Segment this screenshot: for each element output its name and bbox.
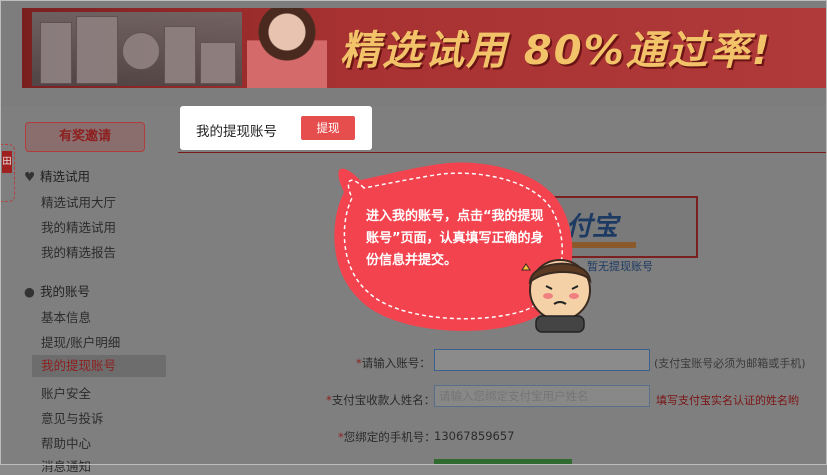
sidebar-item-my-reports[interactable]: 我的精选报告	[41, 242, 116, 261]
side-float-tab[interactable]: 田	[0, 144, 15, 202]
sidebar-item-messages[interactable]: 消息通知	[41, 456, 91, 475]
sidebar-item-security[interactable]: 账户安全	[41, 383, 91, 402]
nav-group-account-title: 我的账号	[40, 284, 91, 299]
sidebar-item-help[interactable]: 帮助中心	[41, 433, 91, 452]
model-image	[247, 8, 327, 88]
withdraw-button[interactable]: 提现	[301, 116, 355, 140]
appliances-image	[32, 12, 242, 86]
nav-group-trial-title: 精选试用	[40, 169, 91, 184]
name-label-text: 支付宝收款人姓名：	[331, 393, 436, 407]
name-hint: 填写支付宝实名认证的姓名哟	[656, 394, 799, 407]
withdraw-account-tab-card: 我的提现账号 提现	[180, 106, 372, 150]
side-tab-label: 田	[2, 151, 12, 173]
account-input[interactable]	[434, 349, 650, 371]
phone-label-text: 您绑定的手机号：	[343, 430, 436, 444]
name-label: *支付宝收款人姓名：	[326, 392, 435, 408]
alipay-logo-underline	[566, 242, 636, 248]
sidebar-item-trial-hall[interactable]: 精选试用大厅	[41, 192, 116, 211]
account-label-text: 请输入账号：	[361, 356, 431, 370]
page-title: 我的提现账号	[196, 124, 277, 140]
sidebar-item-basic-info[interactable]: 基本信息	[41, 307, 91, 326]
sidebar-item-feedback[interactable]: 意见与投诉	[41, 408, 104, 427]
payee-name-input[interactable]	[434, 385, 650, 407]
heart-icon: ♥	[24, 169, 36, 184]
sidebar-item-withdraw-account[interactable]: 我的提现账号	[32, 355, 166, 377]
account-label: *请输入账号：	[356, 355, 431, 371]
phone-value: 13067859657	[434, 429, 515, 443]
banner-headline: 精选试用 80%通过率!	[340, 28, 772, 74]
account-hint: (支付宝账号必须为邮箱或手机)	[654, 357, 806, 370]
tab-underline	[178, 152, 827, 153]
promo-banner[interactable]: 精选试用 80%通过率!	[22, 8, 827, 88]
nav-group-account: ● 我的账号	[24, 281, 90, 300]
user-icon: ●	[24, 284, 35, 299]
sidebar-item-withdraw-details[interactable]: 提现/账户明细	[41, 332, 120, 351]
invite-button[interactable]: 有奖邀请	[25, 122, 145, 152]
phone-label: *您绑定的手机号：	[338, 429, 436, 445]
submit-button[interactable]	[434, 459, 572, 465]
cartoon-character	[521, 259, 592, 333]
sidebar-item-my-trials[interactable]: 我的精选试用	[41, 217, 116, 236]
nav-group-trial: ♥ 精选试用	[24, 166, 90, 185]
